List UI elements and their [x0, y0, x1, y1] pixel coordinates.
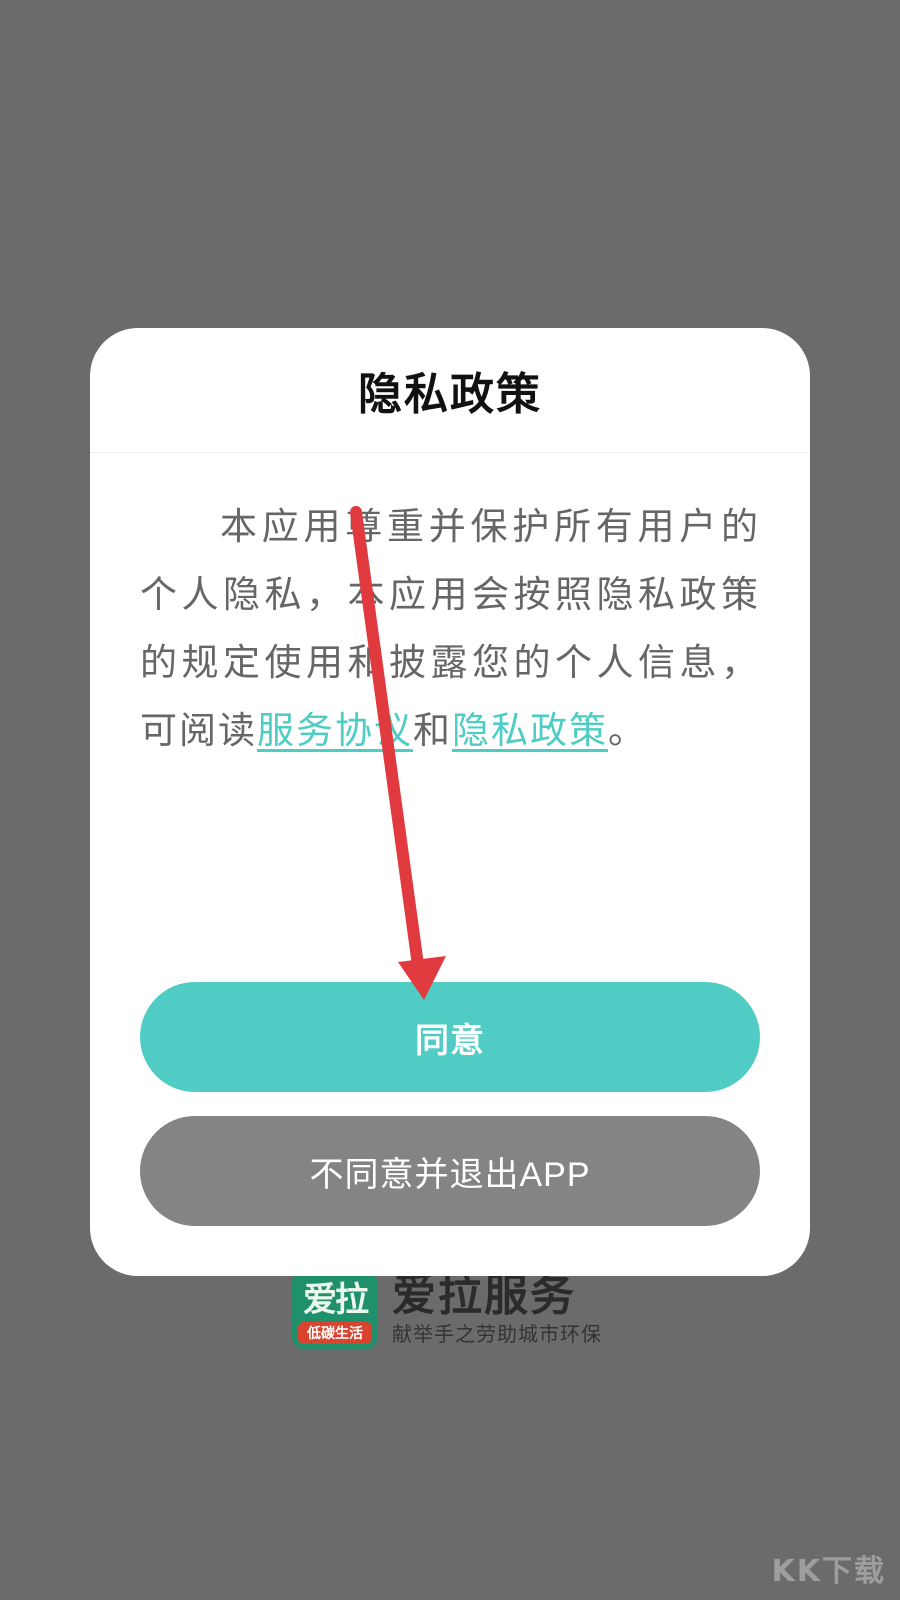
brand-slogan: 献举手之劳助城市环保	[392, 1322, 602, 1346]
dialog-title: 隐私政策	[358, 369, 542, 420]
decline-exit-button[interactable]: 不同意并退出APP	[140, 1116, 760, 1226]
policy-conjunction: 和	[413, 709, 452, 752]
policy-end: 。	[608, 709, 647, 752]
app-brand: 爱拉 低碳生活 爱拉服务 献举手之劳助城市环保	[292, 1270, 602, 1350]
dialog-body: 本应用尊重并保护所有用户的个人隐私，本应用会按照隐私政策的规定使用和披露您的个人…	[90, 453, 810, 765]
privacy-policy-link[interactable]: 隐私政策	[452, 709, 608, 752]
agree-button[interactable]: 同意	[140, 982, 760, 1092]
watermark: KK下载	[771, 1554, 886, 1589]
logo-bottom-text: 低碳生活	[298, 1322, 372, 1344]
privacy-dialog: 隐私政策 本应用尊重并保护所有用户的个人隐私，本应用会按照隐私政策的规定使用和披…	[90, 328, 810, 1276]
brand-name: 爱拉服务	[392, 1270, 576, 1321]
policy-text: 本应用尊重并保护所有用户的个人隐私，本应用会按照隐私政策的规定使用和披露您的个人…	[140, 493, 760, 765]
logo-top-text: 爱拉	[303, 1279, 369, 1320]
brand-text: 爱拉服务 献举手之劳助城市环保	[392, 1272, 602, 1348]
service-agreement-link[interactable]: 服务协议	[257, 709, 413, 752]
app-logo-icon: 爱拉 低碳生活	[292, 1270, 378, 1350]
dialog-header: 隐私政策	[90, 328, 810, 453]
